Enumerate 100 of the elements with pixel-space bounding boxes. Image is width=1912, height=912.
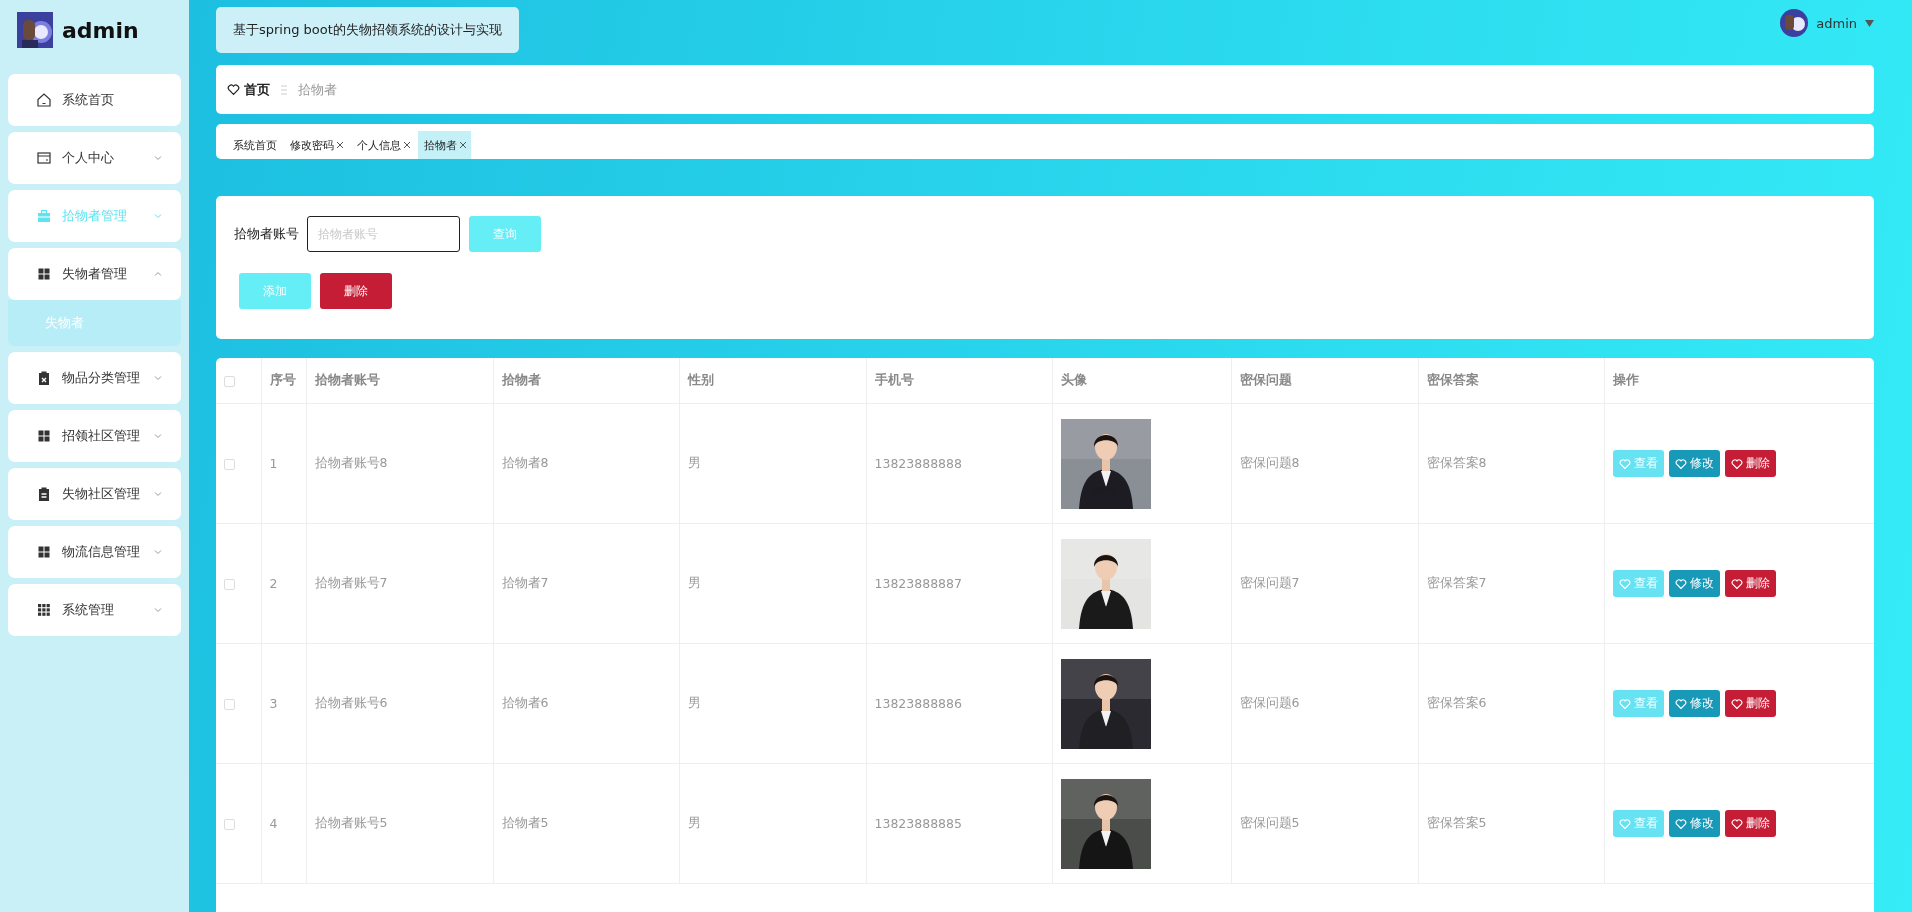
- caret-icon[interactable]: [1865, 19, 1874, 27]
- select-all-checkbox[interactable]: [224, 376, 235, 387]
- heart-icon: [1674, 457, 1687, 470]
- chevron-icon: [153, 373, 163, 383]
- table-cell: 拾物者7: [493, 523, 679, 644]
- delete-button[interactable]: 删除: [1724, 450, 1776, 477]
- clipboard-icon: [36, 486, 52, 502]
- chevron-icon: [153, 489, 163, 499]
- table-cell: 密保答案5: [1418, 763, 1604, 884]
- close-icon[interactable]: [459, 141, 467, 149]
- heart-icon: [1730, 457, 1743, 470]
- tab[interactable]: 系统首页: [227, 131, 281, 159]
- heart-icon: [1618, 697, 1631, 710]
- grid-icon: [36, 544, 52, 560]
- edit-button[interactable]: 修改: [1668, 690, 1720, 717]
- home-icon: [36, 92, 52, 108]
- table-cell: 密保问题7: [1231, 523, 1418, 644]
- heart-icon: [1730, 697, 1743, 710]
- table-cell: 3: [261, 643, 306, 764]
- delete-button[interactable]: 删除: [1724, 570, 1776, 597]
- breadcrumb-link[interactable]: 首页: [244, 80, 270, 99]
- sidebar-item[interactable]: 物品分类管理: [8, 352, 181, 404]
- table-cell: 拾物者6: [493, 643, 679, 764]
- table-cell: 13823888888: [866, 403, 1052, 524]
- sidebar-item[interactable]: 物流信息管理: [8, 526, 181, 578]
- edit-button[interactable]: 修改: [1668, 570, 1720, 597]
- chevron-icon: [153, 153, 163, 163]
- separator-icon: [280, 83, 288, 96]
- heart-icon: [1730, 577, 1743, 590]
- table-cell: 密保问题6: [1231, 643, 1418, 764]
- delete-button[interactable]: 删除: [320, 273, 392, 309]
- edit-button[interactable]: 修改: [1668, 810, 1720, 837]
- sidebar-item[interactable]: 个人中心: [8, 132, 181, 184]
- table-cell: 2: [261, 523, 306, 644]
- card-icon: [36, 150, 52, 166]
- user-avatar[interactable]: [1780, 9, 1809, 37]
- table-cell: 密保问题8: [1231, 403, 1418, 524]
- heart-icon: [1674, 697, 1687, 710]
- chevron-icon: [153, 605, 163, 615]
- brand-name: admin: [62, 17, 139, 43]
- table-cell: 拾物者5: [493, 763, 679, 884]
- tab[interactable]: 修改密码: [284, 131, 348, 159]
- table-cell: 13823888887: [866, 523, 1052, 644]
- heart-icon: [1674, 577, 1687, 590]
- table-cell: 男: [679, 523, 866, 644]
- column-header: 密保答案: [1418, 358, 1604, 404]
- table-cell: 密保答案7: [1418, 523, 1604, 644]
- sidebar-item[interactable]: 系统管理: [8, 584, 181, 636]
- chevron-icon: [153, 211, 163, 221]
- edit-button[interactable]: 修改: [1668, 450, 1720, 477]
- grid-icon: [36, 602, 52, 618]
- grid-icon: [36, 266, 52, 282]
- heart-icon: [1730, 817, 1743, 830]
- table-cell: 男: [679, 403, 866, 524]
- column-header: 序号: [261, 358, 306, 404]
- sidebar-item[interactable]: 失物社区管理: [8, 468, 181, 520]
- table-cell: 拾物者8: [493, 403, 679, 524]
- grid-icon: [36, 428, 52, 444]
- column-header: 拾物者账号: [306, 358, 493, 404]
- row-checkbox[interactable]: [224, 819, 235, 830]
- chevron-icon: [153, 431, 163, 441]
- table-cell: 13823888885: [866, 763, 1052, 884]
- sidebar-item[interactable]: 招领社区管理: [8, 410, 181, 462]
- chevron-icon: [153, 547, 163, 557]
- table-cell: 拾物者账号5: [306, 763, 493, 884]
- column-header: 性别: [679, 358, 866, 404]
- table-cell: 拾物者账号7: [306, 523, 493, 644]
- tab[interactable]: 个人信息: [351, 131, 415, 159]
- row-checkbox[interactable]: [224, 459, 235, 470]
- sidebar-item[interactable]: 失物者管理: [8, 248, 181, 300]
- chevron-icon: [153, 269, 163, 279]
- logo-icon: [17, 12, 53, 48]
- table-cell: 4: [261, 763, 306, 884]
- table-cell: 13823888886: [866, 643, 1052, 764]
- column-header: 操作: [1604, 358, 1874, 404]
- heart-icon: [1618, 817, 1631, 830]
- heart-icon: [1618, 577, 1631, 590]
- clipboard-icon: [36, 370, 52, 386]
- row-checkbox[interactable]: [224, 579, 235, 590]
- close-icon[interactable]: [336, 141, 344, 149]
- column-header: 拾物者: [493, 358, 679, 404]
- heart-icon: [1674, 817, 1687, 830]
- user-name[interactable]: admin: [1816, 15, 1857, 31]
- column-header: 头像: [1052, 358, 1231, 404]
- heart-icon: [227, 83, 240, 96]
- table-cell: 拾物者账号6: [306, 643, 493, 764]
- close-icon[interactable]: [403, 141, 411, 149]
- table-cell: 男: [679, 643, 866, 764]
- table-cell: 拾物者账号8: [306, 403, 493, 524]
- table-cell: 男: [679, 763, 866, 884]
- delete-button[interactable]: 删除: [1724, 810, 1776, 837]
- row-checkbox[interactable]: [224, 699, 235, 710]
- tab[interactable]: 拾物者: [418, 131, 471, 159]
- delete-button[interactable]: 删除: [1724, 690, 1776, 717]
- table-cell: 1: [261, 403, 306, 524]
- field-label: 拾物者账号: [234, 225, 299, 243]
- system-title: 基于spring boot的失物招领系统的设计与实现: [216, 7, 519, 53]
- table-cell: 密保问题5: [1231, 763, 1418, 884]
- column-header: 手机号: [866, 358, 1052, 404]
- sidebar-item[interactable]: 系统首页: [8, 74, 181, 126]
